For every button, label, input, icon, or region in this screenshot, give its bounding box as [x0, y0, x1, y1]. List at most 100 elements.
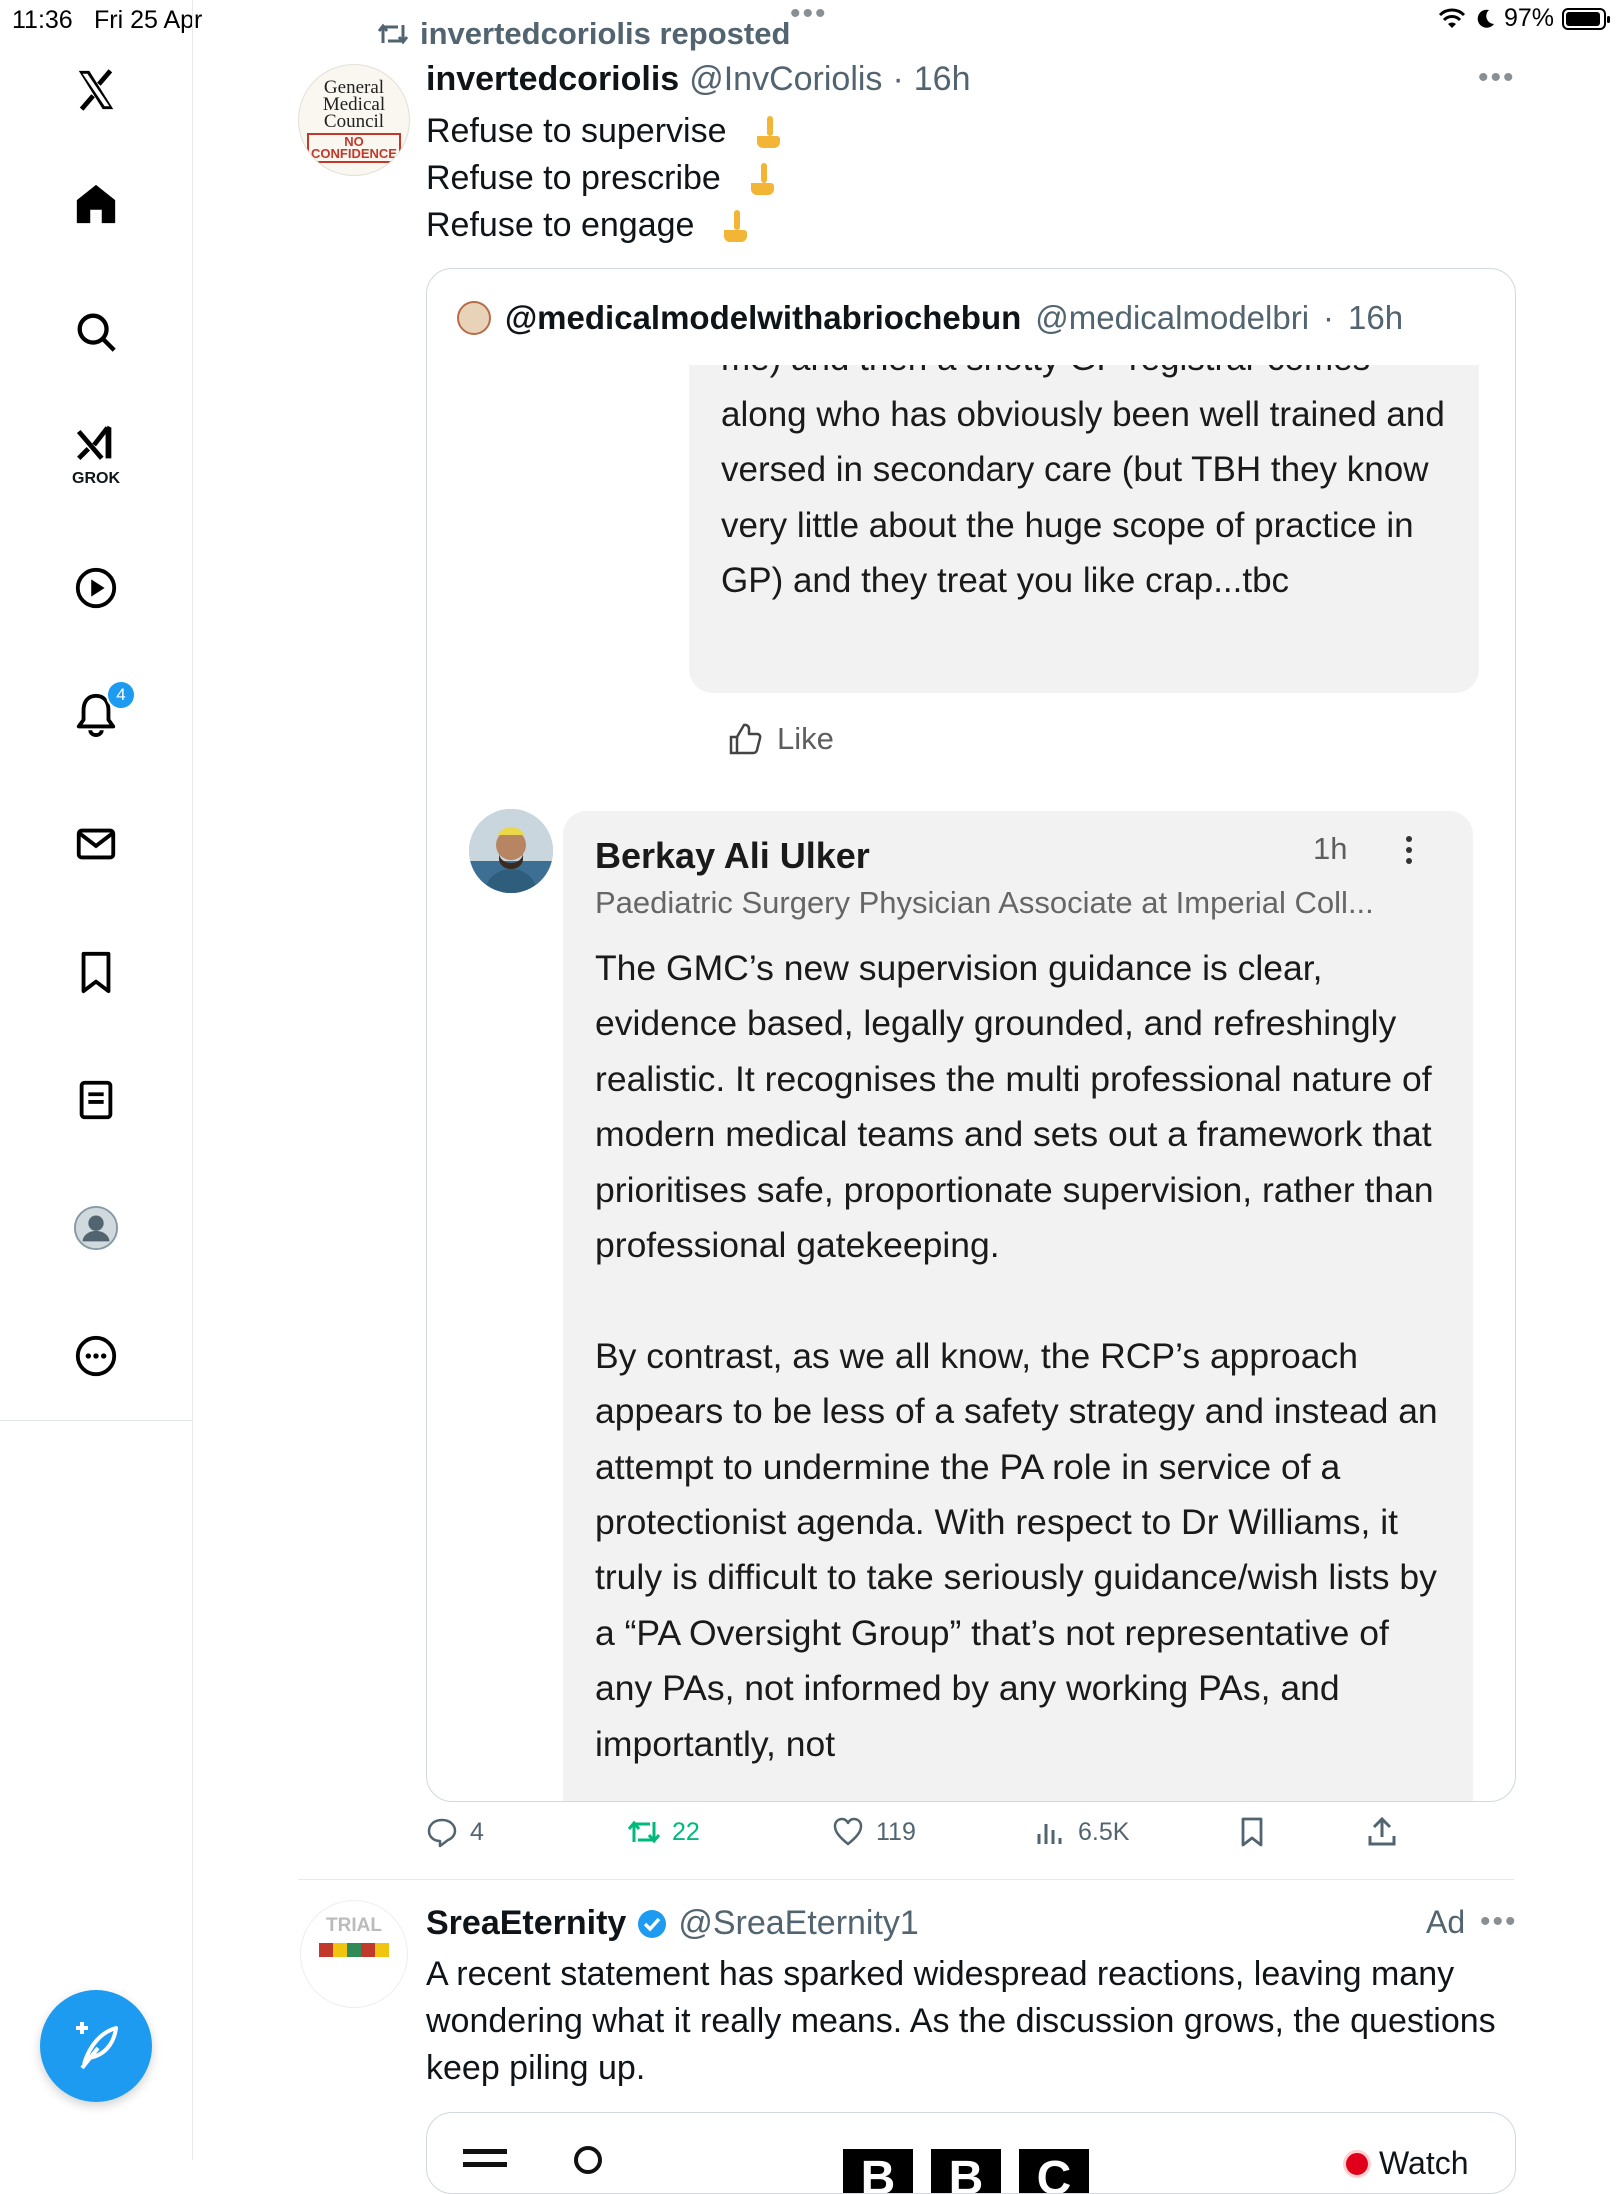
sidebar-item-grok[interactable]: GROK — [56, 414, 136, 494]
notification-badge: 4 — [106, 680, 136, 710]
comment-body: The GMC’s new supervision guidance is cl… — [595, 948, 1438, 1764]
avatar-stamp: NO CONFIDENCE — [307, 133, 401, 163]
author-name[interactable]: invertedcoriolis — [426, 60, 679, 99]
ad-label: Ad — [1426, 1904, 1466, 1940]
compose-button[interactable] — [40, 1990, 152, 2102]
sidebar-item-home[interactable] — [56, 164, 136, 244]
share-icon — [1368, 1816, 1396, 1846]
commenter-headline: Paediatric Surgery Physician Associate a… — [595, 885, 1374, 920]
tweet-text: Refuse to supervise Refuse to prescribe … — [426, 108, 783, 249]
views-button[interactable]: 6.5K — [1034, 1816, 1129, 1848]
bbc-logo-letter: B — [843, 2149, 913, 2193]
ad-more-button[interactable]: ••• — [1480, 1907, 1518, 1937]
sidebar-divider — [0, 1420, 192, 1421]
multitasking-dots[interactable]: ••• — [790, 0, 828, 29]
avatar-line3: Council — [323, 111, 385, 132]
ad-media-card[interactable]: B B C Watch — [426, 2112, 1516, 2194]
quote-handle: @medicalmodelbri — [1035, 299, 1310, 336]
reply-button[interactable]: 4 — [426, 1816, 484, 1848]
watch-label: Watch — [1379, 2145, 1469, 2181]
commenter-name: Berkay Ali Ulker — [595, 835, 870, 876]
share-button[interactable] — [1366, 1816, 1398, 1848]
tweet-line-text: Refuse to supervise — [426, 112, 727, 150]
retweet-icon — [628, 1820, 660, 1844]
repost-indicator[interactable]: invertedcoriolis reposted — [378, 16, 790, 52]
moon-icon — [1477, 9, 1494, 28]
thumbs-up-icon — [729, 723, 762, 755]
tweet-line: Refuse to engage — [426, 202, 783, 249]
sidebar-item-videos[interactable] — [56, 548, 136, 628]
home-icon — [76, 184, 116, 224]
grok-icon — [76, 425, 112, 461]
menu-icon — [463, 2149, 507, 2175]
x-logo-icon[interactable] — [56, 50, 136, 130]
sidebar-item-lists[interactable] — [56, 1060, 136, 1140]
list-icon — [79, 1080, 113, 1120]
ad-avatar-flag — [319, 1943, 389, 1957]
quote-author-name[interactable]: @medicalmodelwithabriochebun — [505, 299, 1021, 337]
bbc-logo-letter: B — [931, 2149, 1001, 2193]
comment-time: 1h — [1313, 831, 1348, 866]
avatar-stamp-line2: CONFIDENCE — [311, 146, 397, 161]
sidebar-item-explore[interactable] — [56, 292, 136, 372]
wifi-icon — [1438, 8, 1466, 28]
compose-feather-icon — [76, 2022, 118, 2070]
quote-time: 16h — [1348, 299, 1404, 336]
status-indicators: 97% — [1438, 4, 1610, 33]
sidebar-item-profile[interactable] — [56, 1188, 136, 1268]
view-count: 6.5K — [1078, 1817, 1130, 1846]
sidebar: GROK 4 — [0, 0, 193, 2160]
heart-icon — [833, 1817, 863, 1846]
ad-avatar[interactable]: TRIAL — [300, 1900, 408, 2008]
commenter-avatar — [469, 809, 553, 893]
watch-link: Watch — [1343, 2145, 1469, 2182]
repost-count: 22 — [672, 1817, 700, 1846]
like-tweet-button[interactable]: 119 — [832, 1816, 916, 1848]
repost-label: invertedcoriolis reposted — [420, 16, 791, 51]
like-count: 119 — [876, 1817, 916, 1846]
quote-avatar[interactable] — [457, 301, 491, 335]
bookmark-button[interactable] — [1236, 1816, 1268, 1848]
reply-icon — [427, 1818, 457, 1848]
analytics-icon — [1037, 1824, 1062, 1844]
avatar[interactable]: General Medical Council NO CONFIDENCE — [298, 64, 410, 176]
middle-finger-emoji-icon — [750, 162, 774, 195]
grok-label: GROK — [72, 470, 120, 487]
tweet-line: Refuse to prescribe — [426, 155, 783, 202]
sidebar-item-more[interactable] — [56, 1316, 136, 1396]
verified-badge-icon — [638, 1909, 667, 1938]
tweet-header: invertedcoriolis @InvCoriolis · 16h — [426, 60, 971, 99]
ad-author-name[interactable]: SreaEternity — [426, 1904, 626, 1943]
tweet-line-text: Refuse to engage — [426, 206, 695, 244]
tweet-more-button[interactable]: ••• — [1478, 63, 1516, 93]
search-icon — [77, 313, 116, 352]
quote-separator: · — [1323, 299, 1335, 336]
like-button: Like — [727, 721, 834, 757]
sidebar-item-bookmarks[interactable] — [56, 932, 136, 1012]
live-dot-icon — [1343, 2149, 1371, 2178]
tweet-time[interactable]: 16h — [914, 60, 971, 99]
repost-button[interactable]: 22 — [628, 1816, 700, 1848]
battery-icon — [1562, 7, 1610, 30]
profile-icon — [73, 1205, 119, 1251]
sidebar-item-messages[interactable] — [56, 804, 136, 884]
quote-header: @medicalmodelwithabriochebun @medicalmod… — [457, 299, 1403, 337]
author-handle[interactable]: @InvCoriolis — [689, 60, 882, 99]
tweet-line-text: Refuse to prescribe — [426, 159, 721, 197]
separator-dot: · — [892, 60, 904, 98]
comment-more-icon — [1403, 831, 1415, 869]
tweet-line: Refuse to supervise — [426, 108, 783, 155]
middle-finger-emoji-icon — [724, 209, 748, 242]
sidebar-item-notifications[interactable]: 4 — [56, 674, 136, 754]
more-icon — [75, 1335, 117, 1377]
battery-percent: 97% — [1503, 4, 1554, 32]
tweet-action-bar: 4 22 119 6.5K — [426, 1816, 1514, 1860]
play-icon — [75, 567, 117, 609]
middle-finger-emoji-icon — [756, 115, 780, 148]
quote-screenshot: me) and then a snotty GP registrar comes… — [427, 365, 1515, 1801]
ad-handle[interactable]: @SreaEternity1 — [678, 1904, 919, 1943]
ad-header: SreaEternity @SreaEternity1 — [426, 1904, 919, 1943]
quoted-tweet-card[interactable]: @medicalmodelwithabriochebun @medicalmod… — [426, 268, 1516, 1802]
bookmark-icon — [81, 951, 111, 994]
comment-card: Berkay Ali Ulker 1h Paediatric Surgery P… — [563, 811, 1473, 1801]
